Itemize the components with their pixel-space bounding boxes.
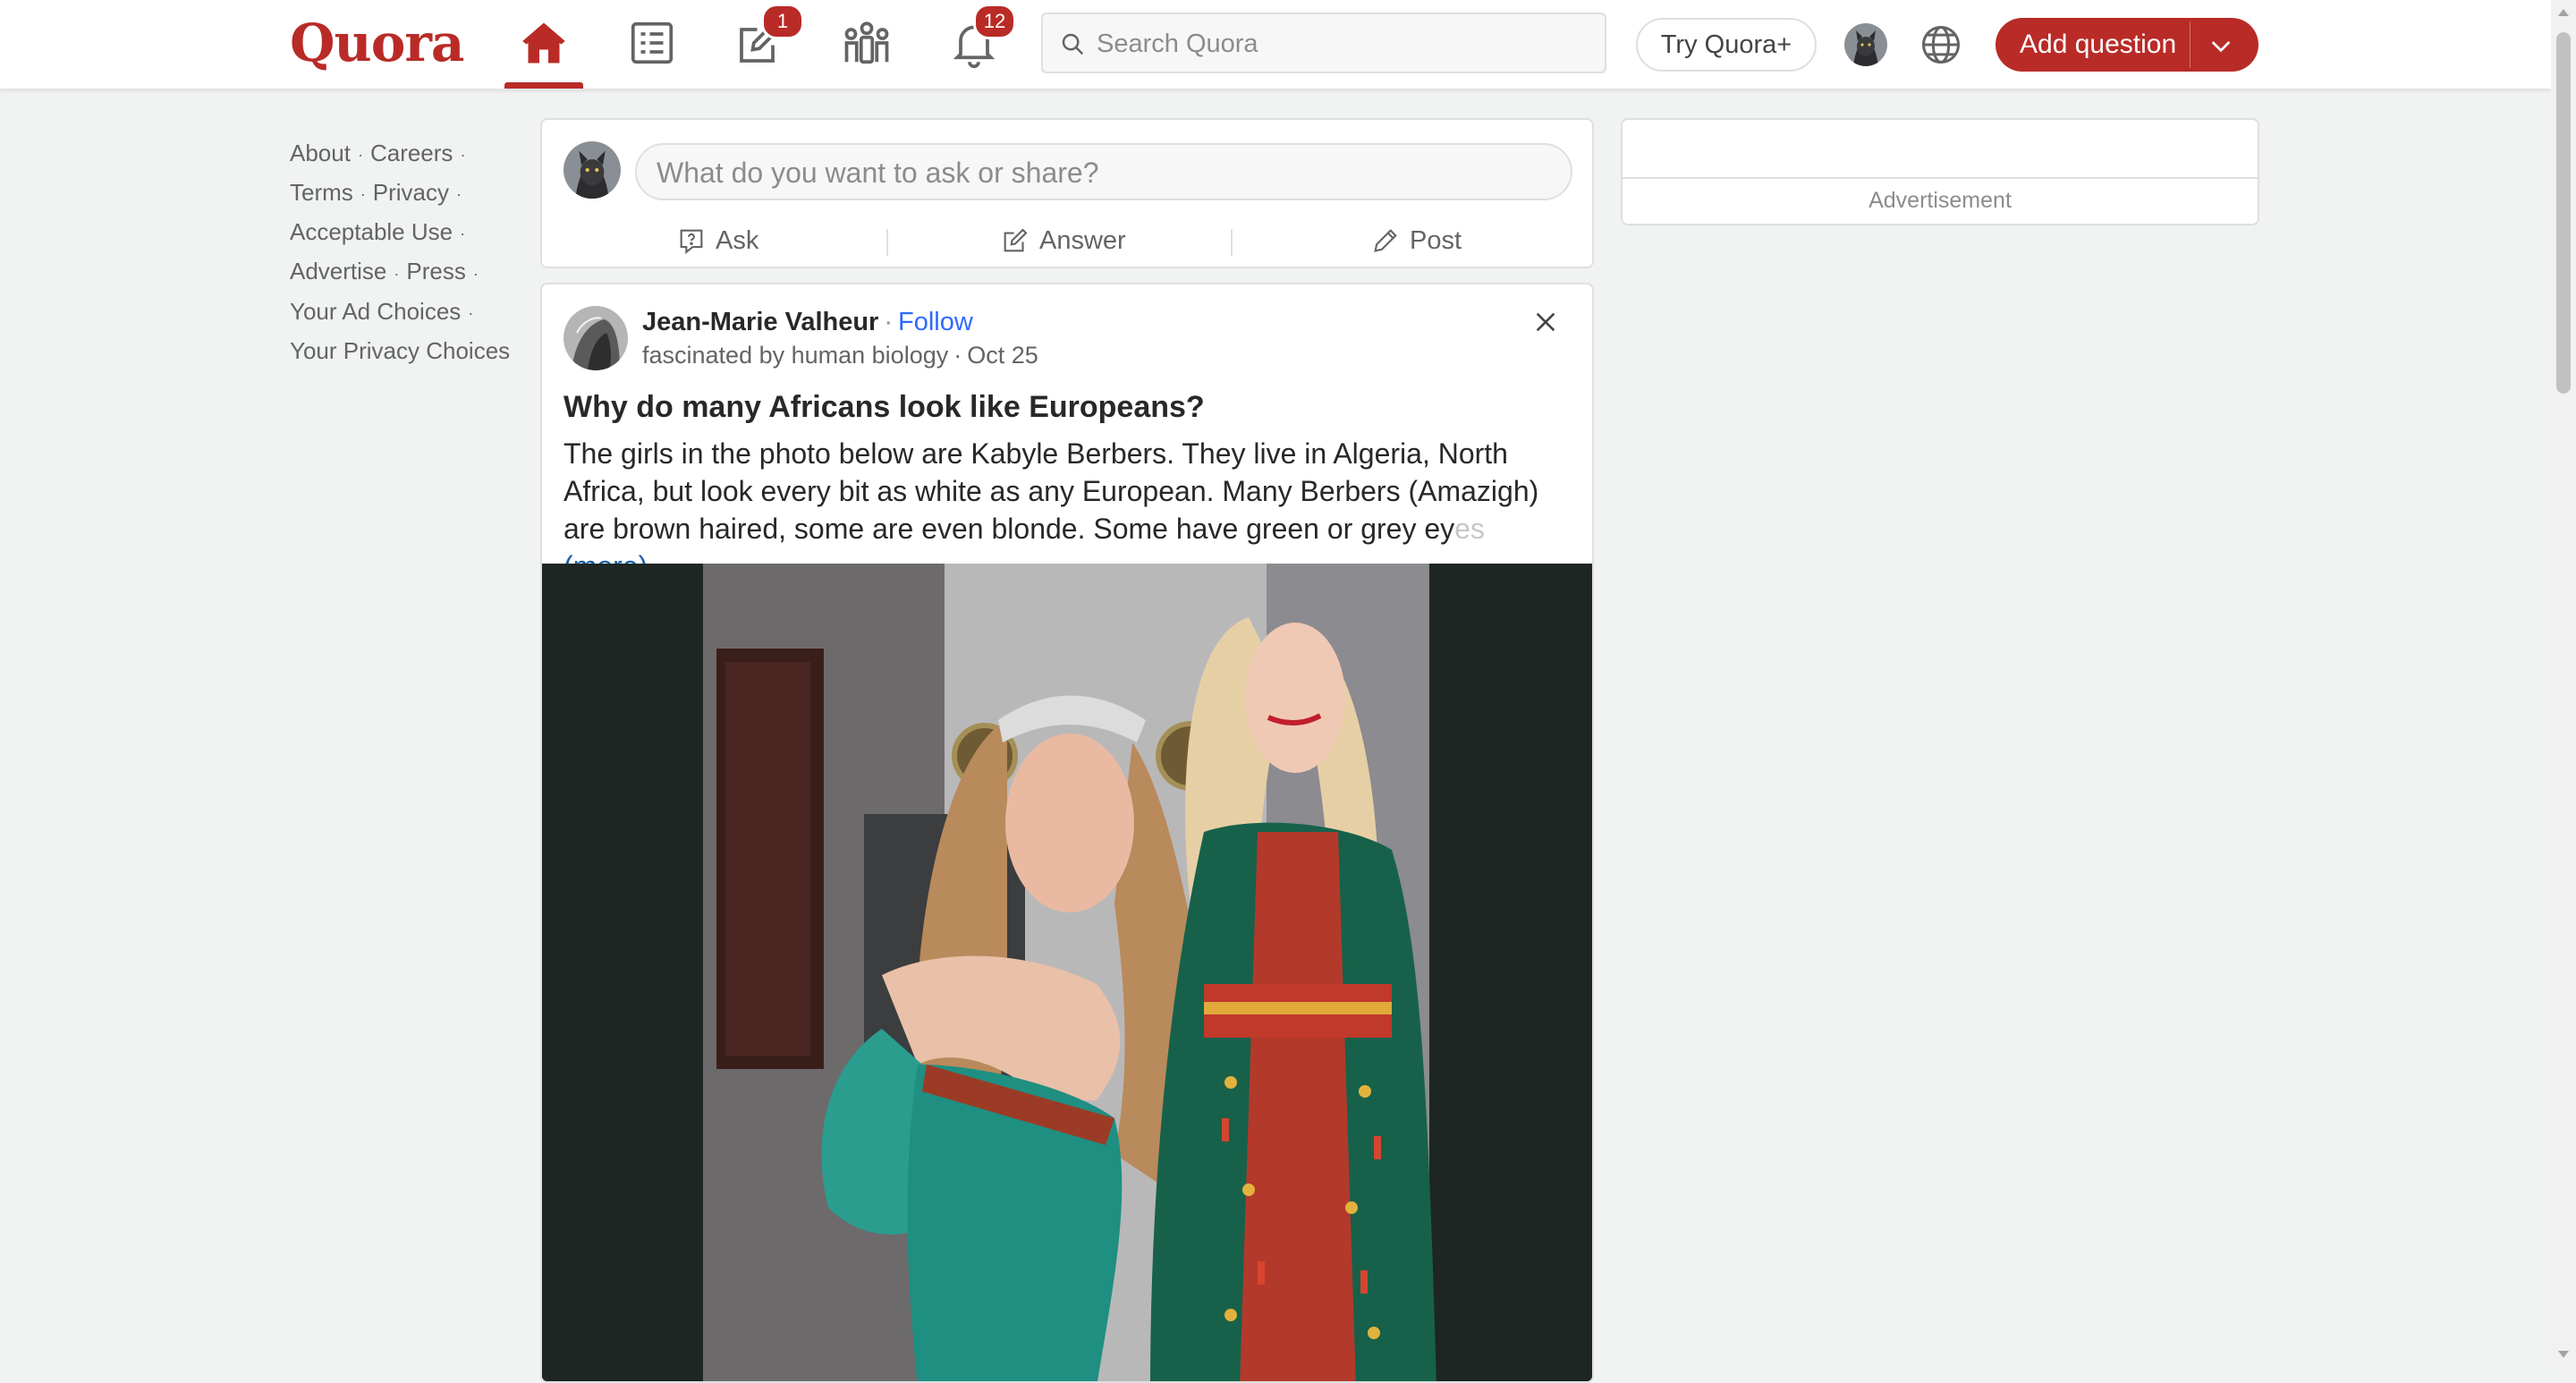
composer-avatar: [564, 141, 621, 199]
author-avatar[interactable]: [564, 306, 628, 370]
pencil-icon: [1374, 229, 1397, 252]
composer-actions: Ask Answer Post: [542, 218, 1592, 263]
post-button[interactable]: Post: [1370, 218, 1462, 263]
ask-share-input[interactable]: [655, 154, 1553, 191]
close-icon[interactable]: [1531, 308, 1560, 336]
ad-divider: [1623, 177, 2258, 179]
globe-icon[interactable]: [1918, 21, 1964, 68]
ask-icon: [680, 229, 703, 254]
action-divider: [886, 229, 888, 256]
link-careers[interactable]: Careers: [370, 140, 453, 166]
answer-label: Answer: [1039, 225, 1126, 255]
ask-share-box[interactable]: [635, 143, 1572, 200]
advertisement-label: Advertisement: [1868, 188, 2012, 213]
photo-image: [542, 564, 1592, 1381]
scrollbar-thumb[interactable]: [2556, 32, 2571, 394]
body-line: Africa, but look every bit as white as a…: [564, 475, 1539, 507]
ask-composer: Ask Answer Post: [540, 118, 1594, 268]
page-scrollbar[interactable]: [2551, 0, 2576, 1369]
link-privacy-choices[interactable]: Your Privacy Choices: [290, 337, 510, 364]
spaces-icon[interactable]: [840, 16, 894, 70]
link-press[interactable]: Press: [406, 258, 465, 284]
post-body[interactable]: The girls in the photo below are Kabyle …: [564, 435, 1574, 585]
add-question-button[interactable]: Add question: [1996, 18, 2258, 72]
link-about[interactable]: About: [290, 140, 351, 166]
footer-links: About · Careers · Terms · Privacy · Acceptable…: [290, 140, 511, 364]
search-box[interactable]: [1041, 13, 1606, 73]
add-question-label: Add question: [2020, 30, 2177, 59]
post-label: Post: [1410, 225, 1462, 255]
answer-badge: 1: [761, 4, 804, 39]
home-active-indicator: [504, 82, 583, 89]
question-title[interactable]: Why do many Africans look like Europeans…: [564, 390, 1205, 425]
ask-button[interactable]: Ask: [676, 218, 758, 263]
author-line: Jean-Marie Valheur · Follow: [642, 308, 973, 336]
search-icon: [1062, 33, 1084, 55]
follow-button[interactable]: Follow: [898, 308, 973, 336]
top-header: Quora 1 12 Try Quora+ Add question: [0, 0, 2551, 89]
link-ad-choices[interactable]: Your Ad Choices: [290, 298, 461, 325]
link-advertise[interactable]: Advertise: [290, 258, 386, 284]
ask-label: Ask: [716, 225, 759, 255]
link-privacy[interactable]: Privacy: [373, 179, 449, 206]
link-acceptable-use[interactable]: Acceptable Use: [290, 218, 453, 245]
scroll-up-arrow[interactable]: [2558, 9, 2569, 16]
author-credential: fascinated by human biology · Oct 25: [642, 342, 1038, 369]
answer-pen-icon: [1004, 228, 1028, 252]
post-photo[interactable]: [542, 564, 1592, 1381]
quora-logo[interactable]: Quora: [290, 13, 465, 73]
chevron-down-icon[interactable]: [2207, 31, 2235, 60]
credential-text: fascinated by human biology: [642, 342, 949, 369]
notifications-badge: 12: [973, 4, 1016, 39]
author-name[interactable]: Jean-Marie Valheur: [642, 308, 878, 336]
advertisement-panel: Advertisement: [1621, 118, 2259, 225]
feed-post: Jean-Marie Valheur · Follow fascinated by …: [540, 283, 1594, 1383]
body-line: The girls in the photo below are Kabyle …: [564, 437, 1508, 470]
try-quora-plus-button[interactable]: Try Quora+: [1636, 18, 1817, 72]
answer-button[interactable]: Answer: [1000, 218, 1126, 263]
search-input[interactable]: [1095, 23, 1581, 64]
post-date[interactable]: Oct 25: [967, 342, 1038, 369]
scroll-down-arrow[interactable]: [2558, 1351, 2569, 1358]
action-divider: [1231, 229, 1233, 256]
home-icon[interactable]: [517, 16, 571, 70]
following-icon[interactable]: [625, 16, 679, 70]
link-terms[interactable]: Terms: [290, 179, 353, 206]
user-avatar[interactable]: [1844, 23, 1887, 66]
